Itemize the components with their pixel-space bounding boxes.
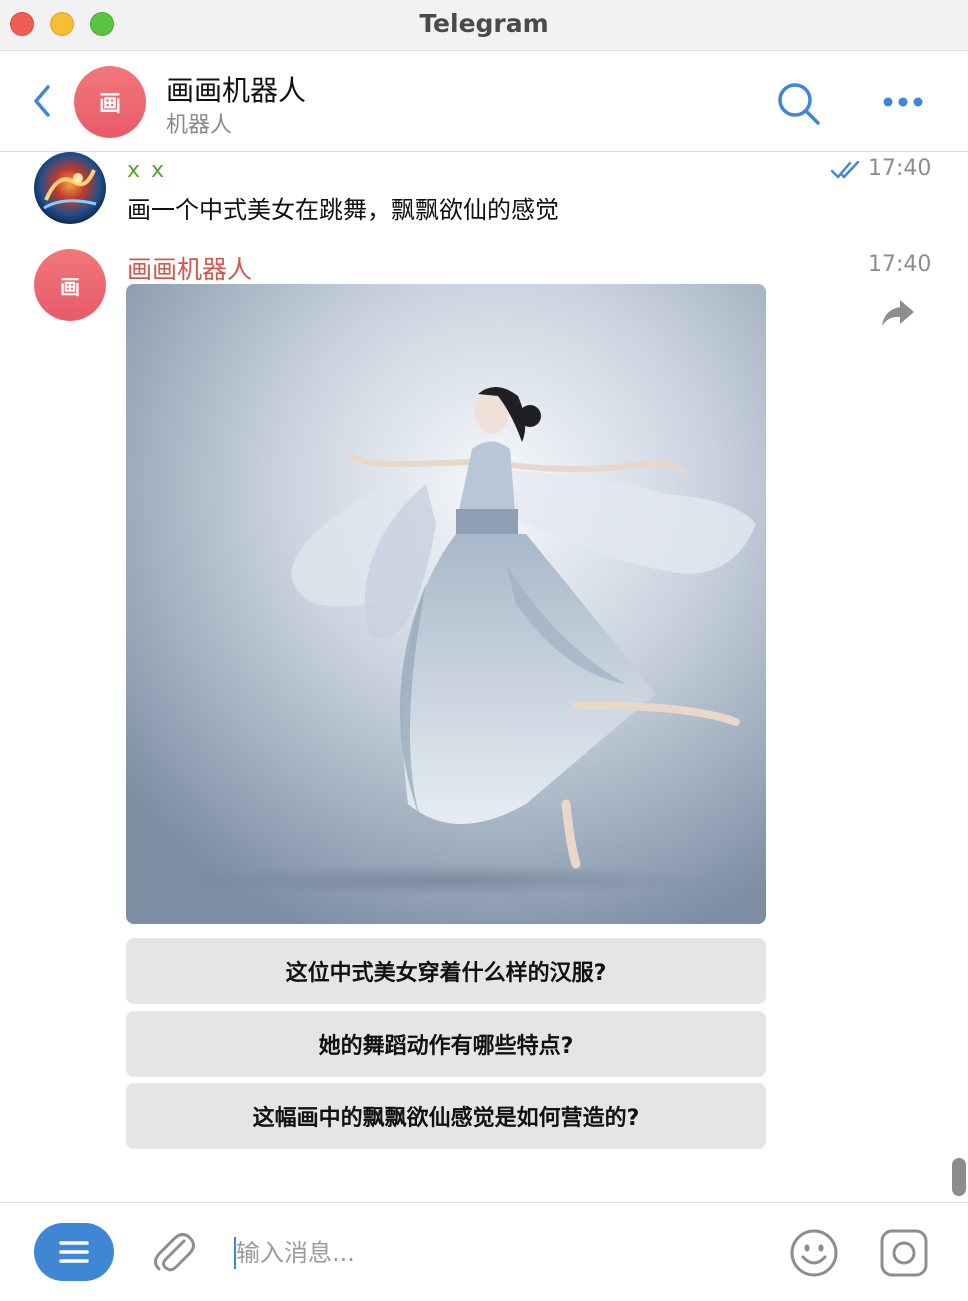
- dragon-avatar-image: [34, 152, 106, 224]
- inline-keyboard-button[interactable]: 这位中式美女穿着什么样的汉服?: [126, 938, 766, 1004]
- message-sender-name[interactable]: 画画机器人: [127, 250, 252, 286]
- bot-menu-button[interactable]: [34, 1223, 114, 1281]
- avatar-letter: 画: [60, 274, 80, 299]
- inline-keyboard-button[interactable]: 这幅画中的飘飘欲仙感觉是如何营造的?: [126, 1083, 766, 1149]
- smiley-icon: [790, 1229, 838, 1277]
- search-button[interactable]: [776, 81, 822, 127]
- scrollbar-thumb[interactable]: [952, 1158, 966, 1196]
- message-input[interactable]: [232, 1231, 756, 1275]
- emoji-button[interactable]: [788, 1227, 840, 1279]
- forward-arrow-icon: [882, 300, 914, 326]
- read-double-check-icon: [830, 160, 860, 179]
- message-composer: [0, 1202, 968, 1301]
- message-time: 17:40: [868, 252, 932, 277]
- window-titlebar: Telegram: [0, 0, 968, 51]
- camera-icon: [880, 1229, 928, 1277]
- search-icon: [778, 83, 820, 125]
- chat-header: 画 画画机器人 机器人: [0, 51, 968, 152]
- attach-button[interactable]: [150, 1227, 196, 1277]
- text-cursor: [234, 1237, 236, 1269]
- more-dots-icon: [883, 97, 923, 107]
- user-avatar[interactable]: [34, 152, 106, 224]
- chat-avatar[interactable]: 画: [74, 66, 146, 138]
- message-text: 画一个中式美女在跳舞，飘飘欲仙的感觉: [127, 196, 559, 224]
- back-button[interactable]: [28, 83, 58, 119]
- forward-button[interactable]: [878, 296, 918, 330]
- more-options-button[interactable]: [880, 91, 926, 113]
- chevron-left-icon: [34, 85, 50, 117]
- inline-keyboard-button[interactable]: 她的舞蹈动作有哪些特点?: [126, 1011, 766, 1077]
- paperclip-icon: [154, 1233, 195, 1272]
- menu-icon: [59, 1241, 89, 1263]
- chat-subtitle: 机器人: [166, 113, 233, 138]
- video-message-button[interactable]: [878, 1227, 930, 1279]
- bot-avatar[interactable]: 画: [34, 249, 106, 321]
- chat-title[interactable]: 画画机器人: [166, 69, 306, 109]
- window-title: Telegram: [419, 9, 549, 38]
- dancer-image: [126, 284, 766, 924]
- message-time: 17:40: [868, 156, 932, 181]
- generated-image[interactable]: [126, 284, 766, 924]
- avatar-letter: 画: [98, 92, 121, 117]
- message-sender-name[interactable]: x x: [127, 158, 166, 183]
